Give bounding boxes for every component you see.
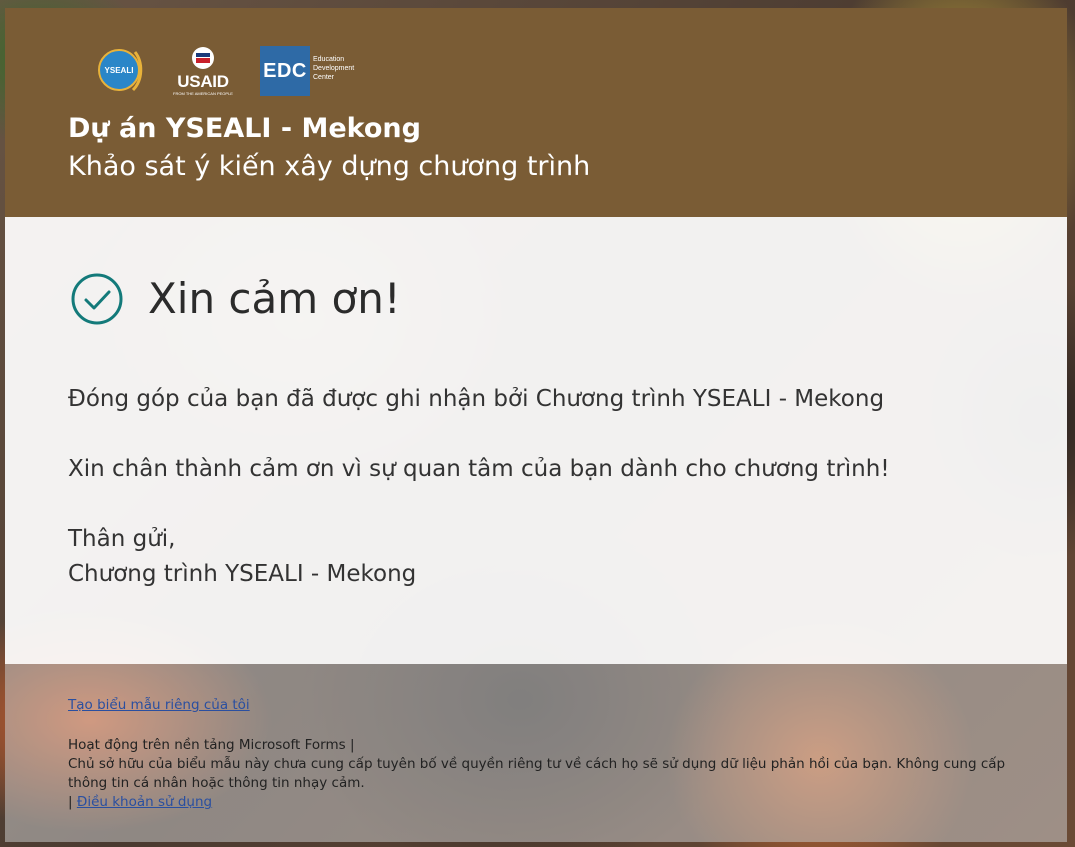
usaid-logo: USAID FROM THE AMERICAN PEOPLE [169,46,237,98]
edc-logo-mark: EDC [260,46,310,96]
create-my-form-link[interactable]: Tạo biểu mẫu riêng của tôi [68,697,250,713]
footer-notice: Hoạt động trên nền tảng Microsoft Forms … [68,736,1028,812]
usaid-tagline: FROM THE AMERICAN PEOPLE [173,91,233,96]
form-title: Dự án YSEALI - Mekong [68,113,421,144]
privacy-notice: Chủ sở hữu của biểu mẫu này chưa cung cấ… [68,756,1006,791]
thank-you-heading: Xin cảm ơn! [70,272,401,326]
yseali-logo-text: YSEALI [105,66,134,75]
edc-logo-text: Education Development Center [313,56,355,81]
thank-you-title: Xin cảm ơn! [148,274,401,323]
usaid-logo-text: USAID [177,72,229,91]
confirmation-message: Đóng góp của bạn đã được ghi nhận bởi Ch… [68,386,885,412]
powered-by-text: Hoạt động trên nền tảng Microsoft Forms … [68,737,355,753]
edc-logo: EDC Education Development Center [260,46,370,96]
form-card: YSEALI USAID FROM THE AMERICAN PEOPLE ED… [5,8,1067,842]
terms-row: | Điều khoản sử dụng [68,793,1028,812]
form-header: YSEALI USAID FROM THE AMERICAN PEOPLE ED… [5,8,1067,217]
check-circle-icon [71,273,123,325]
terms-prefix: | [68,794,73,810]
yseali-logo: YSEALI [97,46,145,94]
appreciation-message: Xin chân thành cảm ơn vì sự quan tâm của… [68,456,890,482]
terms-of-use-link[interactable]: Điều khoản sử dụng [77,794,212,810]
signature-text: Chương trình YSEALI - Mekong [68,561,417,587]
form-subtitle: Khảo sát ý kiến xây dựng chương trình [68,151,591,182]
form-footer: Tạo biểu mẫu riêng của tôi Hoạt động trê… [5,664,1067,842]
thank-you-panel: Xin cảm ơn! Đóng góp của bạn đã được ghi… [5,217,1067,664]
closing-text: Thân gửi, [68,526,176,552]
